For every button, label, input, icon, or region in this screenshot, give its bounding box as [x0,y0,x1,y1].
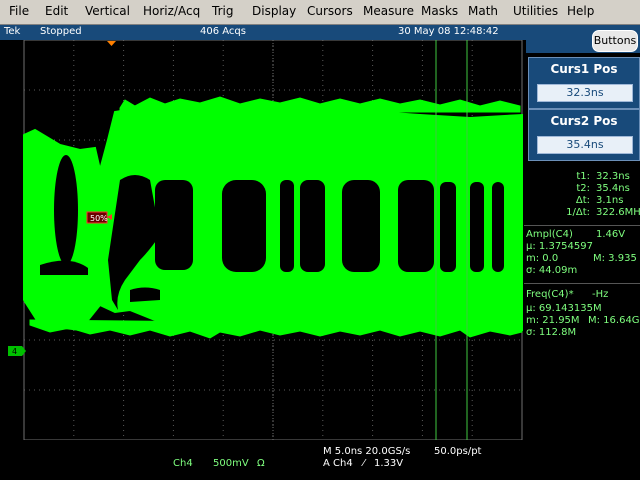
t1-value: 32.3ns [596,171,630,182]
ampl-title[interactable]: Ampl(C4) [526,229,573,240]
channel-scale[interactable]: 500mV [213,458,249,469]
trigger-position-marker [107,41,116,46]
menu-utilities[interactable]: Utilities [513,4,558,18]
ampl-max: M: 3.935 [593,253,637,264]
inv-dt-value: 322.6MHz [596,207,640,218]
curs2-pos-box[interactable]: Curs2 Pos 35.4ns [528,109,640,161]
menu-help[interactable]: Help [567,4,594,18]
ampl-min: m: 0.0 [526,253,559,264]
menu-cursors[interactable]: Cursors [307,4,353,18]
channel-label[interactable]: Ch4 [173,458,193,469]
channel-coupling-ohm: Ω [257,458,265,469]
t2-label: t2: [576,183,590,194]
dt-label: Δt: [575,195,590,206]
freq-title[interactable]: Freq(C4)* [526,289,574,300]
curs1-pos-box[interactable]: Curs1 Pos 32.3ns [528,57,640,109]
brand-label: Tek [4,26,21,37]
divider [524,225,640,226]
freq-min: m: 21.95M [526,315,580,326]
t2-value: 35.4ns [596,183,630,194]
menu-file[interactable]: File [9,4,29,18]
ampl-mean: μ: 1.3754597 [526,241,593,252]
acq-count: 406 Acqs [200,26,246,37]
curs1-title: Curs1 Pos [550,62,618,76]
bottom-status-bar: M 5.0ns 20.0GS/s 50.0ps/pt Ch4 500mV Ω A… [0,440,526,480]
trigger-level[interactable]: 1.33V [374,458,403,469]
divider [524,283,640,284]
freq-max: M: 16.64G [588,315,640,326]
inv-dt-label: 1/Δt: [566,207,590,218]
menu-display[interactable]: Display [252,4,296,18]
freq-mean: μ: 69.143135M [526,303,602,314]
dt-value: 3.1ns [596,195,624,206]
t1-label: t1: [576,171,590,182]
ampl-value: 1.46V [596,229,626,240]
resolution-readout[interactable]: 50.0ps/pt [434,446,481,457]
menu-bar: File Edit Vertical Horiz/Acq Trig Displa… [0,0,640,25]
freq-value: -Hz [592,289,609,300]
channel4-marker-label: 4 [12,347,17,356]
menu-edit[interactable]: Edit [45,4,68,18]
timebase-readout[interactable]: M 5.0ns 20.0GS/s [323,446,410,457]
curs2-title: Curs2 Pos [550,114,618,128]
buttons-button[interactable]: Buttons [592,30,638,52]
menu-vertical[interactable]: Vertical [85,4,130,18]
menu-horiz-acq[interactable]: Horiz/Acq [143,4,200,18]
status-bar: Tek Stopped 406 Acqs 30 May 08 12:48:42 [0,25,526,40]
menu-trig[interactable]: Trig [212,4,233,18]
menu-masks[interactable]: Masks [421,4,458,18]
curs2-value[interactable]: 35.4ns [537,136,633,154]
scope-display[interactable]: 50% 4 [0,40,526,460]
datetime: 30 May 08 12:48:42 [398,26,499,37]
trigger-source[interactable]: A Ch4 [323,458,353,469]
trigger-level-label: 50% [90,214,108,223]
waveform-svg: 50% 4 [8,40,523,441]
acq-state: Stopped [40,26,82,37]
ampl-stddev: σ: 44.09m [526,265,578,276]
freq-stddev: σ: 112.8M [526,327,577,338]
menu-math[interactable]: Math [468,4,498,18]
trigger-slope-icon: ⁄ [363,458,365,469]
menu-measure[interactable]: Measure [363,4,414,18]
curs1-value[interactable]: 32.3ns [537,84,633,102]
